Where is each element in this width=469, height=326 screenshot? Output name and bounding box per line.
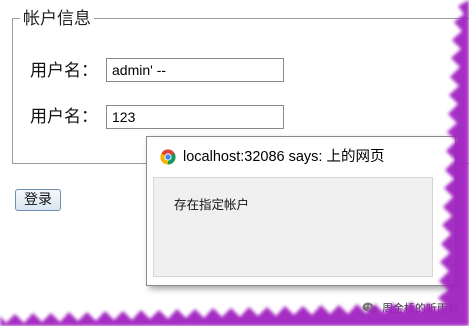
login-button[interactable]: 登录: [15, 189, 61, 211]
password-input[interactable]: 123: [106, 105, 284, 129]
watermark: 周金桥的听雨轩: [362, 300, 459, 316]
chrome-icon: [160, 149, 176, 165]
alert-dialog: localhost:32086 says: 上的网页 存在指定帐户: [146, 136, 456, 286]
dialog-title: localhost:32086 says: 上的网页: [183, 149, 385, 165]
wechat-icon: [362, 302, 377, 314]
group-legend: 帐户信息: [20, 9, 94, 29]
dialog-titlebar[interactable]: localhost:32086 says: 上的网页: [147, 137, 455, 177]
watermark-text: 周金桥的听雨轩: [382, 302, 459, 315]
password-label: 用户名：: [30, 107, 98, 127]
username-label: 用户名：: [30, 61, 98, 81]
dialog-message: 存在指定帐户: [174, 197, 250, 212]
dialog-body: 存在指定帐户: [153, 177, 433, 277]
screenshot-paper: 帐户信息 用户名： admin' -- 用户名： 123 登录 localhos…: [0, 0, 469, 326]
username-input[interactable]: admin' --: [106, 58, 284, 82]
